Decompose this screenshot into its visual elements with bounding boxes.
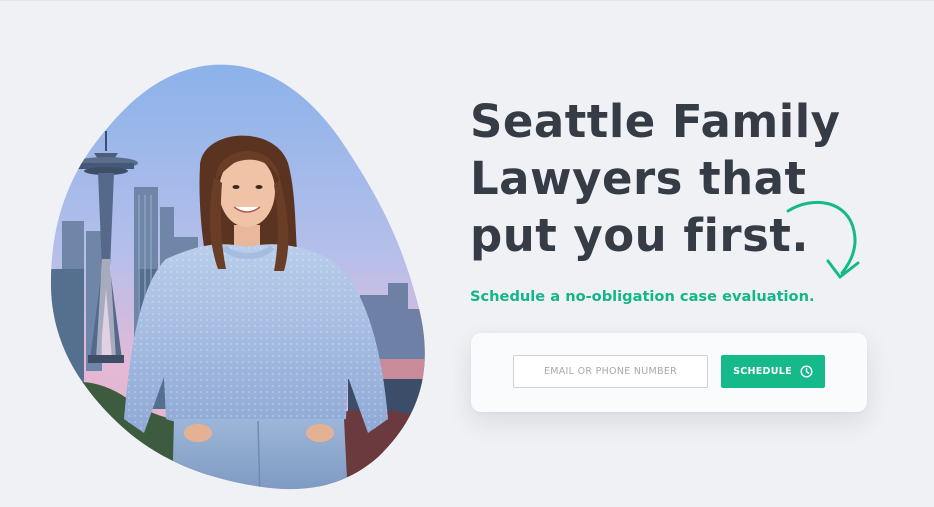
schedule-button-label: SCHEDULE <box>733 366 792 377</box>
email-or-phone-input[interactable] <box>513 355 708 388</box>
curved-arrow-icon <box>786 200 860 279</box>
headline-line-1: Seattle Family <box>470 95 841 148</box>
hero-photo <box>48 59 433 499</box>
page: Seattle Family Lawyers that put you firs… <box>0 0 934 507</box>
schedule-form: SCHEDULE <box>471 333 867 412</box>
subheadline: Schedule a no-obligation case evaluation… <box>470 288 815 305</box>
clock-icon <box>800 365 813 378</box>
schedule-button[interactable]: SCHEDULE <box>721 355 825 388</box>
